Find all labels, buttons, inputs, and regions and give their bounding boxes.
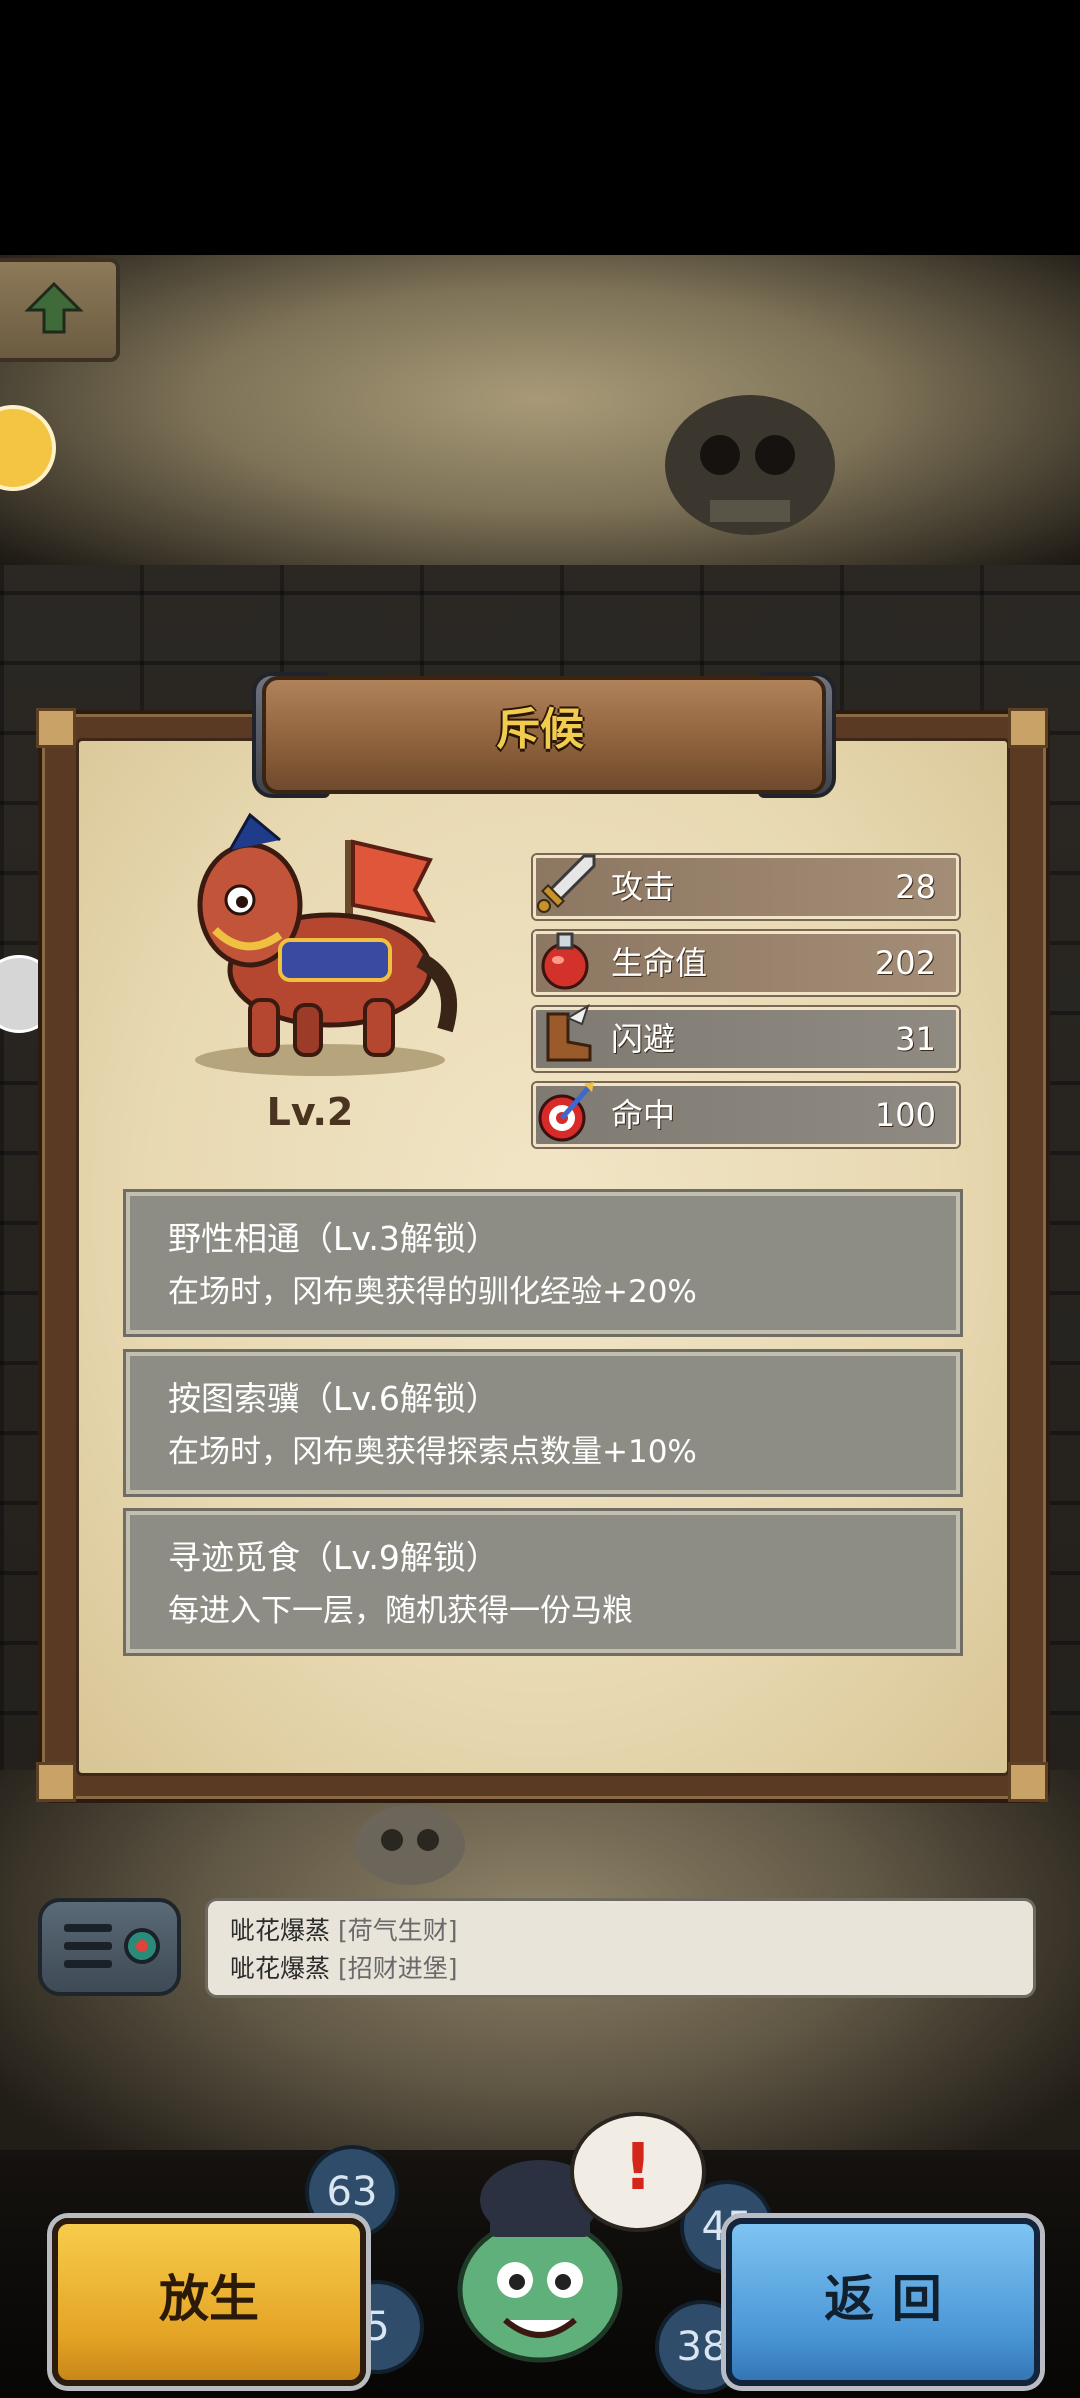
- stat-value: 100: [874, 1096, 936, 1134]
- sword-icon: [537, 854, 596, 913]
- chat-line: 呲花爆蒸 [荷气生财]: [230, 1911, 457, 1947]
- chat-menu-icon: [64, 1924, 160, 1968]
- chat-tag: [招财进堡]: [337, 1954, 458, 1983]
- chat-tag: [荷气生财]: [337, 1916, 458, 1945]
- skill-desc: 每进入下一层，随机获得一份马粮: [168, 1593, 633, 1629]
- scout-horse-portrait-icon: [195, 812, 458, 1076]
- panel-corner: [36, 1762, 76, 1802]
- panel-corner: [1008, 1762, 1048, 1802]
- skill-box: 野性相通（Lv.3解锁） 在场时，冈布奥获得的驯化经验+20%: [126, 1192, 960, 1334]
- target-icon: [538, 1082, 594, 1142]
- skull-bottom-decoration-icon: [355, 1805, 465, 1885]
- stat-label: 生命值: [611, 944, 708, 982]
- pet-level: Lv.2: [266, 1090, 354, 1134]
- stat-value: 202: [874, 944, 936, 982]
- skill-title: 寻迹觅食（Lv.9解锁）: [168, 1538, 499, 1577]
- chat-sender: 呲花爆蒸: [230, 1916, 331, 1945]
- chat-messages[interactable]: 呲花爆蒸 [荷气生财] 呲花爆蒸 [招财进堡]: [205, 1898, 1036, 1998]
- stat-value: 31: [895, 1020, 936, 1058]
- release-button-label: 放生: [159, 2270, 259, 2328]
- skill-title: 野性相通（Lv.3解锁）: [168, 1219, 499, 1258]
- chat-sender: 呲花爆蒸: [230, 1954, 331, 1983]
- stat-attack: 攻击 28: [533, 854, 959, 919]
- skill-box: 寻迹觅食（Lv.9解锁） 每进入下一层，随机获得一份马粮: [126, 1511, 960, 1653]
- skill-box: 按图索骥（Lv.6解锁） 在场时，冈布奥获得探索点数量+10%: [126, 1352, 960, 1494]
- top-black-area: [0, 0, 1080, 260]
- scroll-up-button[interactable]: [0, 258, 120, 362]
- panel-title: 斥候: [496, 704, 584, 755]
- stat-value: 28: [895, 868, 936, 906]
- winged-boot-icon: [546, 1003, 592, 1062]
- stat-hp: 生命值 202: [533, 931, 959, 995]
- panel-corner: [1008, 708, 1048, 748]
- alert-bubble[interactable]: !: [570, 2112, 706, 2232]
- stat-dodge: 闪避 31: [533, 1003, 959, 1071]
- stat-label: 攻击: [611, 868, 676, 906]
- stat-label: 闪避: [611, 1020, 676, 1058]
- stat-label: 命中: [611, 1096, 676, 1134]
- back-button[interactable]: 返 回: [726, 2218, 1040, 2386]
- chat-button[interactable]: [38, 1898, 181, 1996]
- back-button-label: 返 回: [824, 2270, 942, 2328]
- alert-icon: !: [623, 2131, 653, 2205]
- skill-title: 按图索骥（Lv.6解锁）: [168, 1379, 499, 1418]
- skill-desc: 在场时，冈布奥获得探索点数量+10%: [168, 1434, 697, 1470]
- dungeon-floor-top: [0, 255, 1080, 575]
- potion-icon: [541, 932, 589, 990]
- stat-hit: 命中 100: [533, 1082, 959, 1147]
- up-arrow-icon: [24, 281, 84, 334]
- release-button[interactable]: 放生: [52, 2218, 366, 2386]
- skill-desc: 在场时，冈布奥获得的驯化经验+20%: [168, 1274, 697, 1310]
- skull-decoration-icon: [665, 395, 835, 535]
- chat-line: 呲花爆蒸 [招财进堡]: [230, 1949, 457, 1985]
- panel-corner: [36, 708, 76, 748]
